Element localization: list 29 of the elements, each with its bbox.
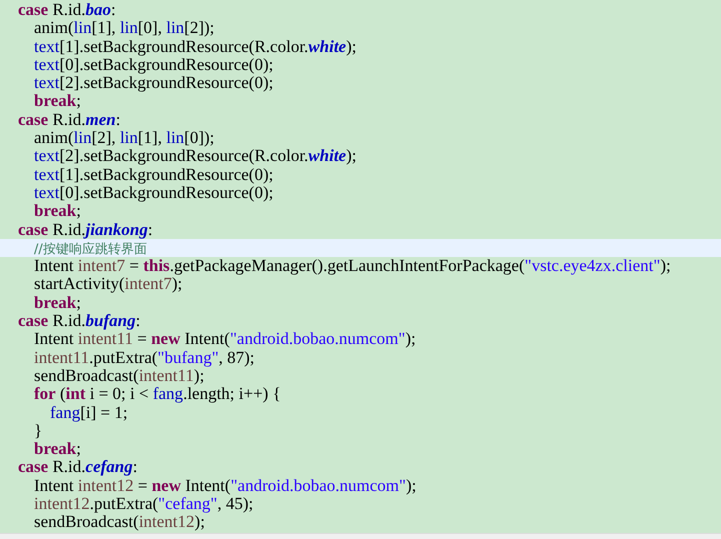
code-line: intent11.putExtra("bufang", 87); (33, 348, 256, 367)
horizontal-scrollbar[interactable] (0, 533, 721, 539)
code-line: text[1].setBackgroundResource(R.color.white); (33, 38, 358, 56)
code-line: text[0].setBackgroundResource(0); (33, 56, 274, 74)
code-line: case R.id.cefang: (17, 458, 138, 477)
code-line: case R.id.men: (17, 110, 122, 130)
code-line: text[0].setBackgroundResource(0); (33, 184, 274, 202)
code-line: anim(lin[2], lin[1], lin[0]); (33, 129, 216, 148)
code-line: break; (33, 202, 81, 221)
code-line: anim(lin[1], lin[0], lin[2]); (33, 19, 216, 38)
code-line: text[1].setBackgroundResource(0); (33, 166, 274, 184)
code-line: sendBroadcast(intent11); (33, 366, 204, 386)
code-line: Intent intent12 = new Intent("android.bobao.numcom"); (33, 476, 418, 496)
code-line: } (33, 422, 44, 440)
code-line: break; (33, 294, 81, 312)
code-line: break; (33, 440, 82, 458)
code-line: startActivity(intent7); (33, 275, 182, 294)
code-line: for (int i = 0; i < fang.length; i++) { (33, 385, 282, 404)
code-line: case R.id.jiankong: (17, 220, 154, 239)
code-line: case R.id.bufang: (17, 312, 142, 330)
code-line: text[2].setBackgroundResource(R.color.white); (33, 147, 358, 166)
code-line: Intent intent11 = new Intent("android.bobao.numcom"); (33, 330, 417, 349)
code-line: Intent intent7 = this.getPackageManager().getLaunchIntentForPackage("vstc.eye4zx.client"); (33, 257, 672, 276)
code-line: intent12.putExtra("cefang", 45); (33, 495, 254, 514)
code-line: break; (33, 92, 81, 111)
code-line: fang[i] = 1; (49, 404, 129, 422)
code-line: case R.id.bao: (17, 1, 117, 20)
code-line: sendBroadcast(intent12); (33, 513, 205, 532)
code-line: text[2].setBackgroundResource(0); (33, 74, 274, 92)
